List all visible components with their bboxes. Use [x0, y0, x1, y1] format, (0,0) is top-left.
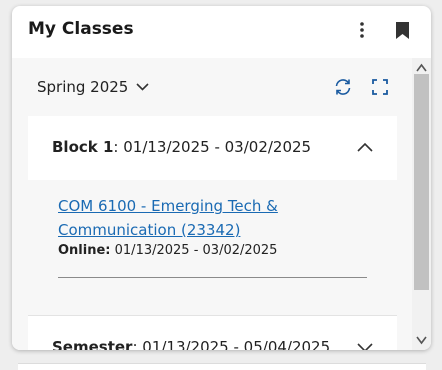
block-1-panel: Block 1: 01/13/2025 - 03/02/2025 COM 610…: [28, 116, 397, 316]
block-1-header[interactable]: Block 1: 01/13/2025 - 03/02/2025: [28, 116, 397, 180]
chevron-down-icon: [136, 83, 149, 91]
semester-header[interactable]: Semester: 01/13/2025 - 05/04/2025: [28, 316, 397, 350]
semester-label: Semester: 01/13/2025 - 05/04/2025: [52, 338, 330, 350]
course-meta: Online: 01/13/2025 - 03/02/2025: [58, 243, 277, 258]
kebab-menu-icon: [360, 22, 364, 38]
fullscreen-button[interactable]: [371, 78, 391, 98]
divider: [58, 277, 367, 278]
card-header: My Classes: [12, 6, 431, 54]
course-link[interactable]: COM 6100 - Emerging Tech & Communication…: [58, 194, 328, 242]
card-title: My Classes: [28, 19, 134, 39]
more-options-button[interactable]: [352, 18, 372, 42]
chevron-down-icon: [357, 343, 373, 350]
course-mode-label: Online:: [58, 243, 111, 258]
refresh-icon: [335, 79, 351, 95]
my-classes-card: My Classes Spring 2025 Block 1: 01/13/20…: [12, 6, 431, 350]
semester-title: Semester: [52, 338, 133, 350]
block-1-body: COM 6100 - Emerging Tech & Communication…: [28, 180, 397, 315]
next-card-edge: [18, 363, 426, 370]
bookmark-icon: [395, 21, 409, 39]
term-bar: Spring 2025: [12, 58, 412, 116]
fullscreen-icon: [372, 79, 388, 95]
block-1-title: Block 1: [52, 138, 114, 156]
block-1-dates: : 01/13/2025 - 03/02/2025: [113, 138, 312, 156]
term-dropdown[interactable]: Spring 2025: [37, 78, 149, 96]
refresh-button[interactable]: [333, 77, 355, 99]
semester-panel: Semester: 01/13/2025 - 05/04/2025: [28, 316, 397, 350]
scroll-down-arrow-icon[interactable]: [416, 335, 427, 345]
course-mode-dates: 01/13/2025 - 03/02/2025: [114, 243, 278, 258]
term-selected-value: Spring 2025: [37, 78, 129, 96]
semester-dates: : 01/13/2025 - 05/04/2025: [132, 338, 331, 350]
classes-scroll-area[interactable]: Spring 2025 Block 1: 01/13/2025 - 03/02/…: [12, 58, 412, 350]
scroll-up-arrow-icon[interactable]: [416, 63, 427, 73]
chevron-up-icon: [357, 142, 373, 152]
block-1-label: Block 1: 01/13/2025 - 03/02/2025: [52, 138, 311, 156]
bookmark-button[interactable]: [392, 19, 412, 41]
scrollbar-thumb[interactable]: [414, 74, 429, 290]
vertical-scrollbar[interactable]: [412, 58, 431, 350]
